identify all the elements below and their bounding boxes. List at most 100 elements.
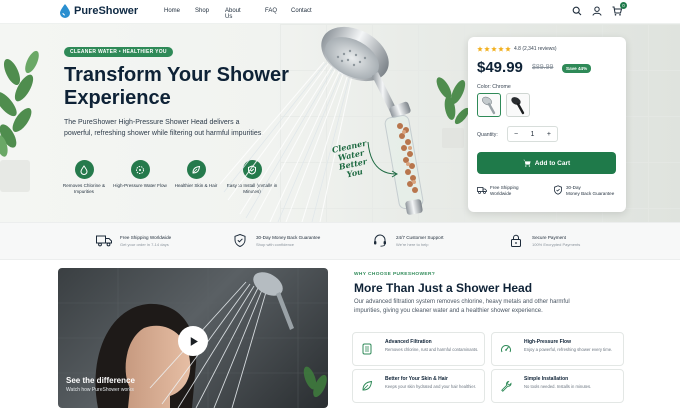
lock-icon <box>511 234 521 247</box>
benefit-card: Simple Installation No tools needed. Ins… <box>491 369 624 403</box>
decrement-button[interactable]: − <box>514 131 518 138</box>
benefit-card: Better for Your Skin & Hair Keeps your s… <box>352 369 485 403</box>
top-nav: PureShower Home Shop About Us FAQ Contac… <box>0 0 680 24</box>
feature-item: Healthier Skin & Hair <box>168 160 224 195</box>
trust-sub: Shop with confidence <box>256 241 295 247</box>
star-icon <box>505 46 511 52</box>
nav-contact[interactable]: Contact <box>291 8 312 14</box>
truck-icon <box>96 235 112 247</box>
color-swatch-chrome[interactable] <box>477 93 501 117</box>
pressure-icon <box>501 345 511 353</box>
perk-sub: Worldwide <box>490 191 512 196</box>
perk-sub: Money Back Guarantee <box>566 191 615 196</box>
benefit-title: Simple Installation <box>524 376 569 382</box>
perk-title: Free Shipping <box>490 185 519 190</box>
trust-item-guarantee: 30-Day Money Back Guarantee Shop with con… <box>232 234 320 247</box>
why-title: More Than Just a Shower Head <box>354 281 533 295</box>
cart-button[interactable]: 0 <box>612 2 627 16</box>
nav-icons: 0 <box>572 2 627 16</box>
video-caption: See the difference Watch how PureShower … <box>66 376 135 393</box>
benefit-title: Better for Your Skin & Hair <box>385 376 448 382</box>
chrome-shower-thumb-icon <box>482 96 496 115</box>
trust-item-support: 24/7 Customer Support We're here to help <box>372 234 444 247</box>
nav-about[interactable]: About Us <box>225 8 241 20</box>
logo-text: PureShower <box>74 5 139 17</box>
add-to-cart-label: Add to Cart <box>534 159 571 167</box>
star-icon <box>498 46 504 52</box>
trust-item-payment: Secure Payment 100% Encrypted Payments <box>508 234 580 247</box>
feature-item: High-Pressure Water Flow <box>112 160 168 195</box>
droplet-icon <box>74 160 94 179</box>
add-to-cart-button[interactable]: Add to Cart <box>477 152 616 174</box>
play-icon <box>190 336 198 346</box>
benefit-title: High-Pressure Flow <box>524 339 571 345</box>
play-button[interactable] <box>178 326 208 356</box>
price: $49.99 <box>477 59 523 76</box>
old-price: $89.99 <box>532 64 554 71</box>
shield-icon <box>554 185 562 195</box>
trust-title: 30-Day Money Back Guarantee <box>256 234 321 240</box>
product-card: 4.8 (2,341 reviews) $49.99 $89.99 Save 4… <box>468 37 626 212</box>
video-subtitle: Watch how PureShower works <box>66 387 134 393</box>
search-icon[interactable] <box>572 6 582 16</box>
color-swatch-black[interactable] <box>506 93 530 117</box>
benefit-desc: Removes chlorine, rust and harmful conta… <box>385 347 479 352</box>
trust-title: Secure Payment <box>532 234 566 240</box>
shower-head-image <box>220 26 424 222</box>
headset-icon <box>374 234 386 247</box>
product-rating: 4.8 (2,341 reviews) <box>477 46 557 52</box>
shield-icon <box>234 234 246 247</box>
trust-bar: Free Shipping Worldwide Get your order in… <box>0 222 680 260</box>
rating-text[interactable]: 4.8 (2,341 reviews) <box>514 46 557 52</box>
perk-title: 30-Day <box>566 185 581 190</box>
truck-icon <box>477 187 487 194</box>
pressure-icon <box>130 160 150 179</box>
cart-count-badge: 0 <box>620 2 627 9</box>
trust-title: 24/7 Customer Support <box>396 234 444 240</box>
perk-item: Free Shipping Worldwide <box>477 185 539 197</box>
trust-sub: Get your order in 7-14 days <box>120 241 169 247</box>
benefit-desc: Enjoy a powerful, refreshing shower ever… <box>524 347 613 352</box>
logo[interactable]: PureShower <box>60 4 138 18</box>
color-label: Color: Chrome <box>477 84 511 90</box>
cart-icon <box>523 159 531 167</box>
trust-title: Free Shipping Worldwide <box>120 234 172 240</box>
star-icon <box>484 46 490 52</box>
benefit-desc: Keeps your skin hydrated and your hair h… <box>385 384 477 389</box>
feature-label: High-Pressure Water Flow <box>113 183 167 188</box>
why-description: Our advanced filtration system removes c… <box>354 299 570 314</box>
perk-item: 30-Day Money Back Guarantee <box>553 185 615 197</box>
star-rating <box>477 46 511 52</box>
hero-tag: CLEANER WATER • HEALTHIER YOU <box>64 47 173 57</box>
save-badge: Save 44% <box>562 64 592 73</box>
trust-sub: We're here to help <box>396 241 429 247</box>
benefit-card: Advanced Filtration Removes chlorine, ru… <box>352 332 485 366</box>
nav-shop[interactable]: Shop <box>195 8 209 14</box>
star-icon <box>491 46 497 52</box>
nav-faq[interactable]: FAQ <box>265 8 277 14</box>
filter-icon <box>362 343 372 355</box>
benefit-title: Advanced Filtration <box>385 339 432 345</box>
trust-sub: 100% Encrypted Payments <box>532 241 581 247</box>
wrench-icon <box>501 380 512 392</box>
video-title: See the difference <box>66 376 135 385</box>
quantity-stepper: − 1 + <box>507 126 558 142</box>
star-icon <box>477 46 483 52</box>
leaf-icon <box>362 380 373 391</box>
increment-button[interactable]: + <box>547 131 551 138</box>
plant-decoration <box>0 50 39 192</box>
logo-drop-icon <box>60 4 70 18</box>
user-icon[interactable] <box>592 6 602 16</box>
benefit-desc: No tools needed. Installs in minutes. <box>524 384 592 389</box>
quantity-value[interactable]: 1 <box>531 131 535 138</box>
feature-label: Healthier Skin & Hair <box>174 183 218 188</box>
feature-label: Removes Chlorine & Impurities <box>62 183 106 194</box>
leaf-icon <box>186 160 206 179</box>
trust-item-shipping: Free Shipping Worldwide Get your order in… <box>96 234 171 247</box>
quantity-label: Quantity: <box>477 132 498 138</box>
nav-home[interactable]: Home <box>164 8 180 14</box>
black-shower-thumb-icon <box>511 97 525 115</box>
why-tag: WHY CHOOSE PURESHOWER? <box>354 272 436 277</box>
benefit-card: High-Pressure Flow Enjoy a powerful, ref… <box>491 332 624 366</box>
feature-item: Removes Chlorine & Impurities <box>56 160 112 195</box>
